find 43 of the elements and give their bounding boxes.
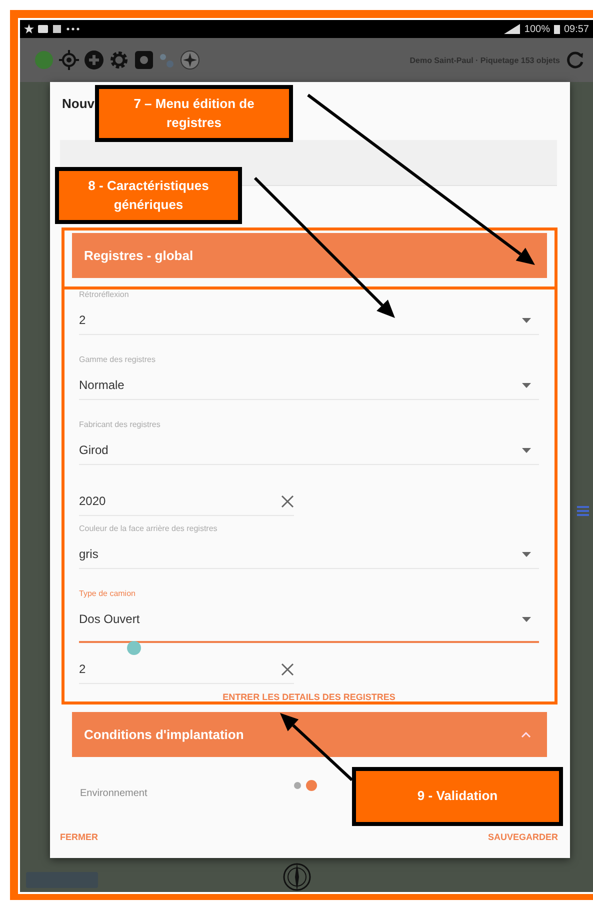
square-icon[interactable] xyxy=(134,50,154,70)
status-dot-icon[interactable] xyxy=(34,50,54,70)
settings-icon[interactable] xyxy=(109,50,129,70)
battery-icon xyxy=(554,24,560,34)
input-field[interactable]: 2 xyxy=(79,655,294,684)
add-icon[interactable] xyxy=(84,50,104,70)
more-icon xyxy=(66,27,80,31)
dropdown-caret-icon xyxy=(522,318,531,322)
dropdown-field[interactable]: Girod xyxy=(79,436,539,465)
dropdown-field[interactable]: Normale xyxy=(79,371,539,400)
field-label: Type de camion xyxy=(79,589,136,600)
list-icon[interactable] xyxy=(577,506,589,516)
dropdown-field[interactable]: gris xyxy=(79,540,539,569)
field-label: Couleur de la face arrière des registres xyxy=(79,524,218,535)
compass-rose-icon xyxy=(282,862,312,892)
dropdown-caret-icon xyxy=(522,552,531,556)
battery-level: 100% xyxy=(524,24,550,34)
pager-dot[interactable] xyxy=(294,782,301,789)
annotation-callout: 9 - Validation xyxy=(352,767,563,826)
chevron-up-icon xyxy=(521,732,531,738)
field-label: Environnement xyxy=(80,788,148,799)
annotation-callout: 8 - Caractéristiques génériques xyxy=(55,167,242,224)
crosshair-icon[interactable] xyxy=(59,50,79,70)
field-label: Fabricant des registres xyxy=(79,420,162,431)
input-field[interactable]: 2020 xyxy=(79,487,294,516)
dropdown-caret-icon xyxy=(522,382,531,388)
field-label: Gamme des registres xyxy=(79,355,156,366)
pager-dot[interactable] xyxy=(306,780,317,791)
clear-icon[interactable] xyxy=(281,662,294,676)
slider-thumb[interactable] xyxy=(127,641,142,655)
annotation-callout: 7 – Menu édition de registres xyxy=(95,85,293,142)
slider[interactable] xyxy=(79,641,539,655)
dropdown-caret-icon xyxy=(522,448,531,452)
dropdown-caret-icon xyxy=(522,616,531,622)
star-icon xyxy=(24,24,34,34)
clock-time: 09:57 xyxy=(564,24,589,34)
dialog-title: Nouv xyxy=(62,96,94,113)
compass-icon[interactable] xyxy=(180,50,200,70)
field-label: Rétroréflexion xyxy=(79,290,130,301)
refresh-icon[interactable] xyxy=(565,50,585,70)
dropdown-field[interactable]: Dos Ouvert xyxy=(79,605,539,634)
signal-icon xyxy=(504,24,520,34)
clear-icon[interactable] xyxy=(281,494,294,508)
